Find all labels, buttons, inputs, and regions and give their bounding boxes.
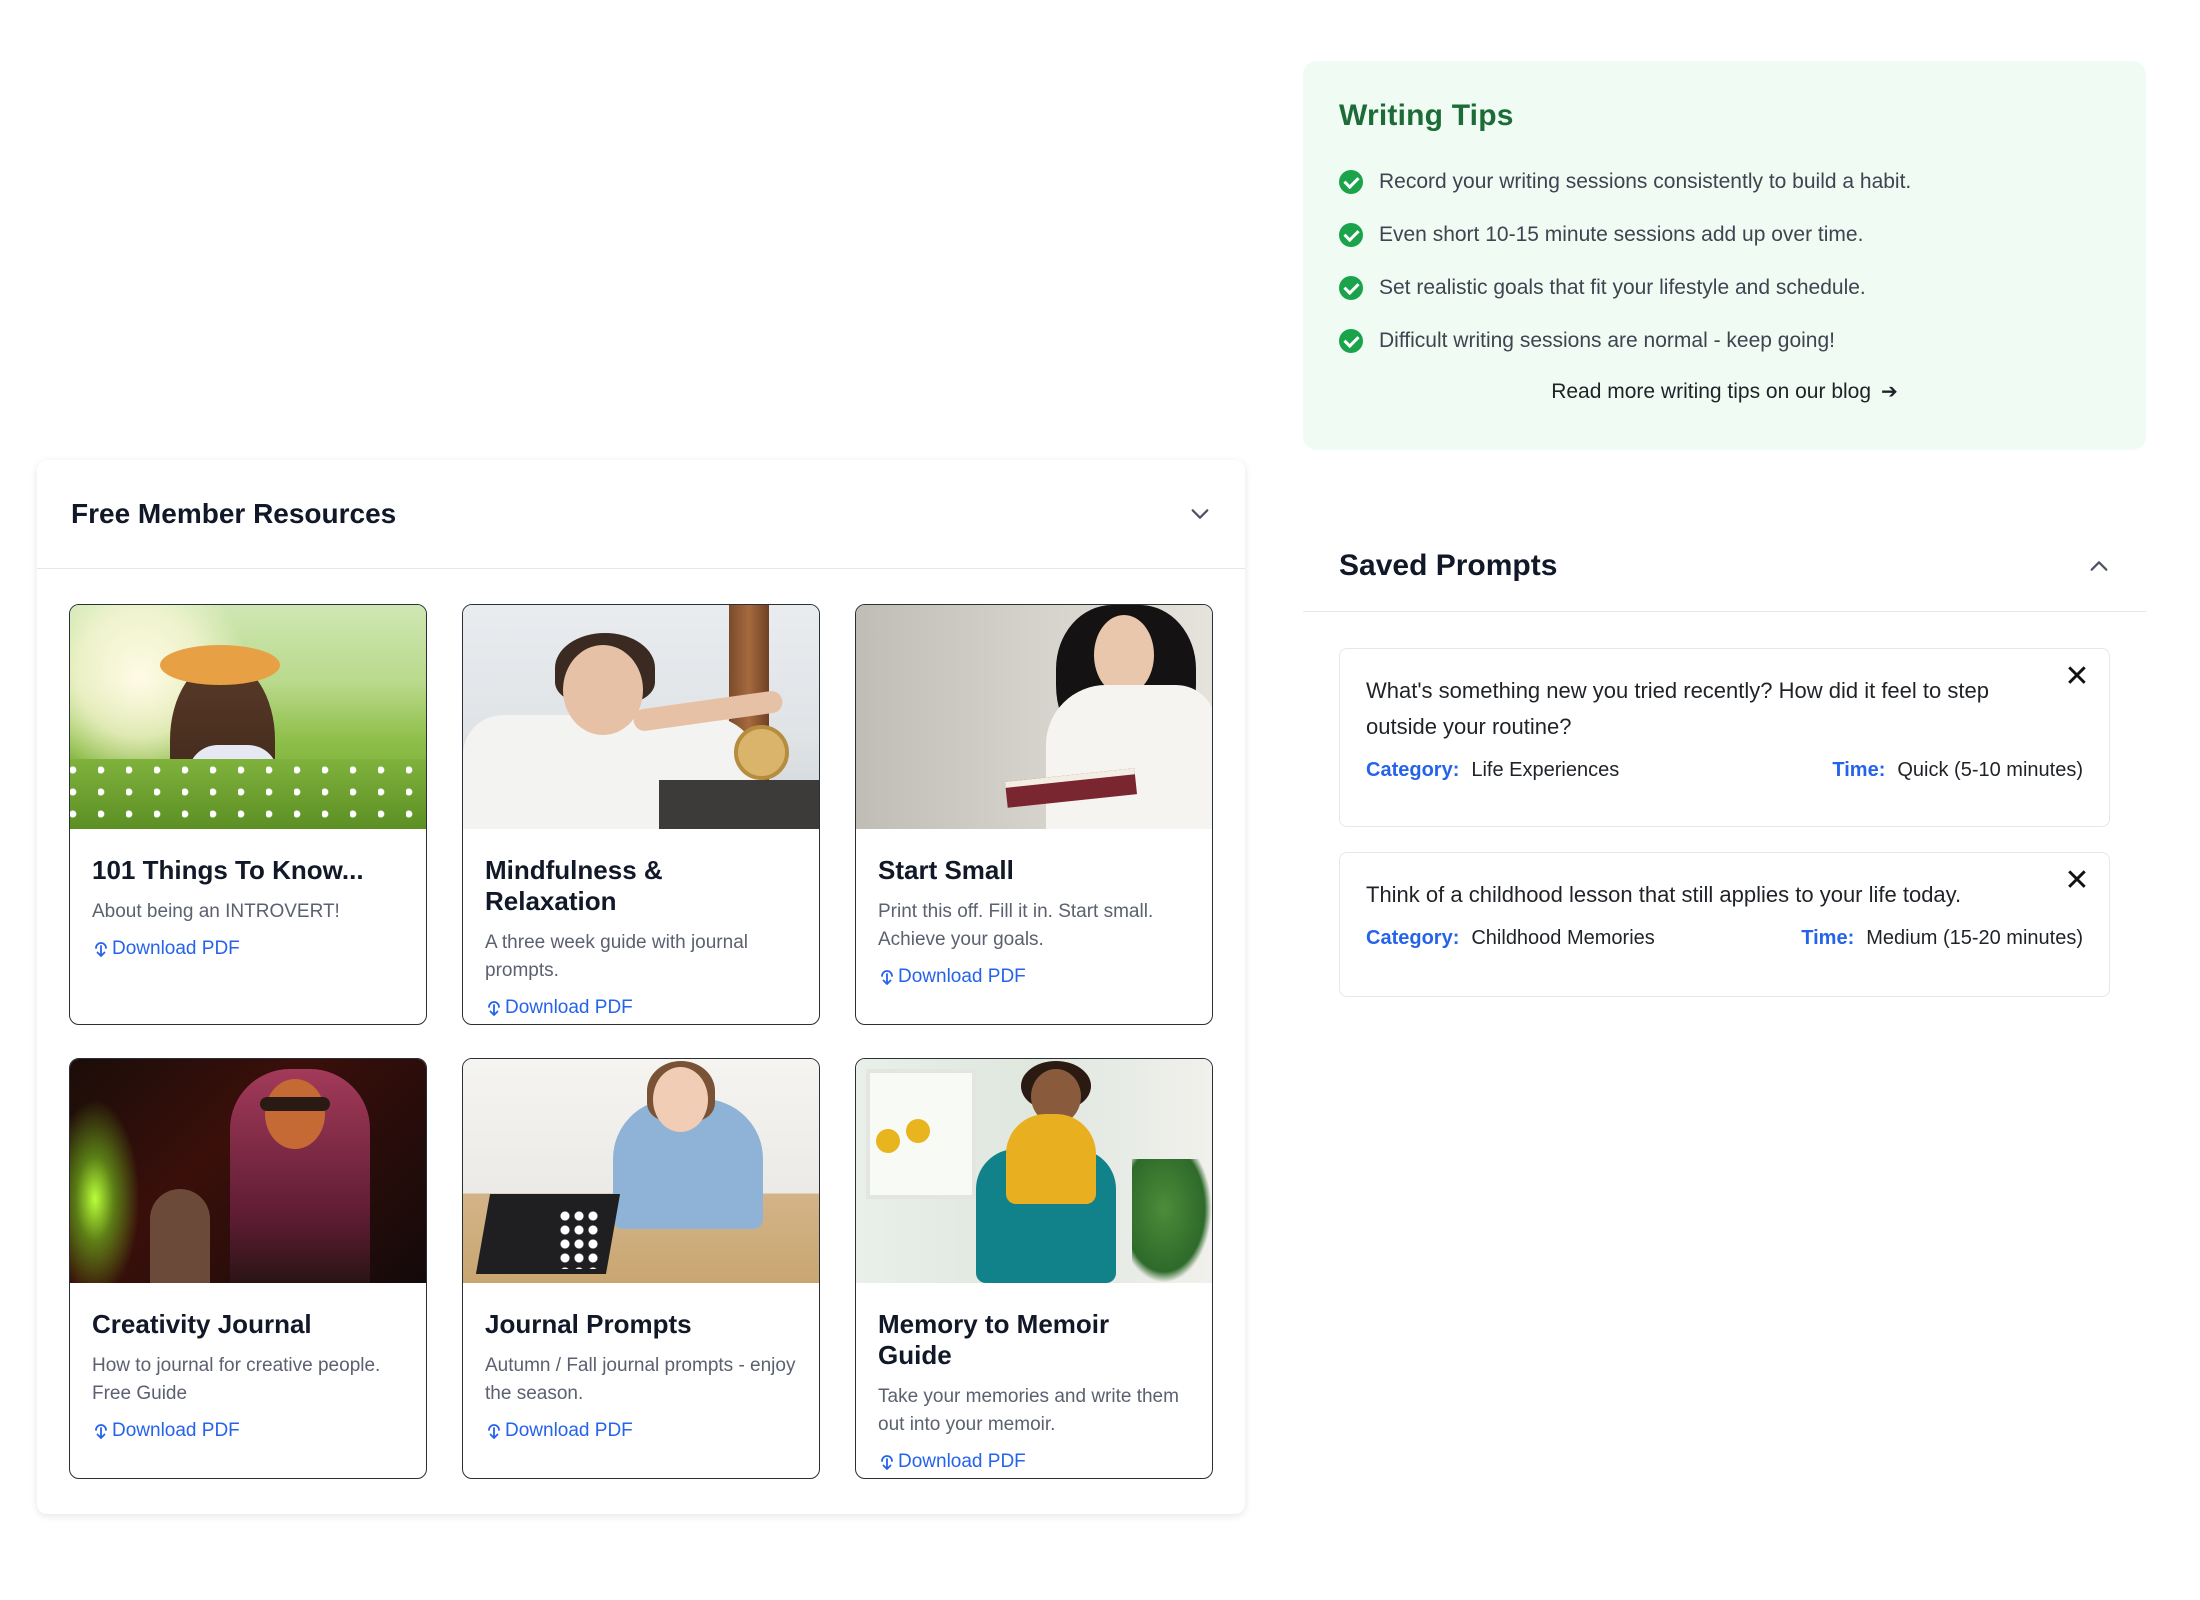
resource-card: Mindfulness & Relaxation A three week gu… xyxy=(462,604,820,1025)
writing-tips-panel: Writing Tips Record your writing session… xyxy=(1303,61,2146,450)
check-circle-icon xyxy=(1339,328,1363,353)
check-circle-icon xyxy=(1339,275,1363,300)
prompt-text: What's something new you tried recently?… xyxy=(1366,678,1989,739)
download-icon xyxy=(488,1424,500,1439)
download-pdf-link[interactable]: Download PDF xyxy=(878,1451,1190,1473)
category-value: Childhood Memories xyxy=(1471,927,1655,949)
resource-description: Print this off. Fill it in. Start small.… xyxy=(878,901,1154,950)
tip-item: Difficult writing sessions are normal - … xyxy=(1339,314,2110,367)
download-label: Download PDF xyxy=(898,1451,1026,1472)
resource-thumbnail xyxy=(70,1059,426,1283)
time-label: Time: xyxy=(1832,759,1886,781)
resource-title: Memory to Memoir Guide xyxy=(878,1309,1110,1370)
free-member-resources-panel: Free Member Resources 101 Things To Know… xyxy=(37,460,1245,1514)
prompt-time: Time: Quick (5-10 minutes) xyxy=(1832,759,2083,782)
category-label: Category: xyxy=(1366,759,1460,781)
resource-description: How to journal for creative people. Free… xyxy=(92,1355,381,1404)
arrow-right-icon: ➔ xyxy=(1881,381,1898,403)
resource-title: Start Small xyxy=(878,855,1014,885)
prompt-category: Category: Life Experiences xyxy=(1366,759,1619,782)
writing-tips-list: Record your writing sessions consistentl… xyxy=(1339,155,2110,367)
resource-description: Autumn / Fall journal prompts - enjoy th… xyxy=(485,1355,796,1404)
chevron-up-icon[interactable] xyxy=(2088,555,2110,577)
saved-prompts-title: Saved Prompts xyxy=(1339,548,1558,582)
download-icon xyxy=(95,942,107,957)
download-pdf-link[interactable]: Download PDF xyxy=(878,966,1190,988)
download-pdf-link[interactable]: Download PDF xyxy=(485,997,797,1019)
prompt-category: Category: Childhood Memories xyxy=(1366,927,1655,950)
chevron-down-icon[interactable] xyxy=(1189,503,1211,525)
resource-thumbnail xyxy=(70,605,426,829)
resource-card: Start Small Print this off. Fill it in. … xyxy=(855,604,1213,1025)
close-icon[interactable]: ✕ xyxy=(2063,866,2091,896)
resource-description: Take your memories and write them out in… xyxy=(878,1386,1179,1435)
saved-prompt-card: ✕ What's something new you tried recentl… xyxy=(1339,648,2110,827)
blog-tips-link[interactable]: Read more writing tips on our blog ➔ xyxy=(1339,379,2110,404)
download-label: Download PDF xyxy=(112,1420,240,1441)
prompt-text: Think of a childhood lesson that still a… xyxy=(1366,882,1962,907)
close-icon[interactable]: ✕ xyxy=(2063,662,2091,692)
download-pdf-link[interactable]: Download PDF xyxy=(92,1420,404,1442)
page: Writing Tips Record your writing session… xyxy=(0,0,2200,1600)
download-pdf-link[interactable]: Download PDF xyxy=(485,1420,797,1442)
tip-item: Set realistic goals that fit your lifest… xyxy=(1339,261,2110,314)
saved-prompt-card: ✕ Think of a childhood lesson that still… xyxy=(1339,852,2110,997)
download-label: Download PDF xyxy=(505,997,633,1018)
check-circle-icon xyxy=(1339,222,1363,247)
resource-thumbnail xyxy=(463,605,819,829)
time-value: Quick (5-10 minutes) xyxy=(1897,759,2083,781)
resource-title: 101 Things To Know... xyxy=(92,855,364,885)
saved-prompts-header[interactable]: Saved Prompts xyxy=(1303,520,2146,612)
resource-card: Creativity Journal How to journal for cr… xyxy=(69,1058,427,1479)
resources-grid: 101 Things To Know... About being an INT… xyxy=(69,604,1213,1479)
resource-description: About being an INTROVERT! xyxy=(92,901,340,922)
prompt-meta: Category: Life Experiences Time: Quick (5-… xyxy=(1366,759,2083,782)
download-icon xyxy=(881,970,893,985)
resource-title: Journal Prompts xyxy=(485,1309,692,1339)
prompt-meta: Category: Childhood Memories Time: Medium … xyxy=(1366,927,2083,950)
category-value: Life Experiences xyxy=(1471,759,1620,781)
tip-item: Record your writing sessions consistentl… xyxy=(1339,155,2110,208)
download-label: Download PDF xyxy=(505,1420,633,1441)
writing-tips-title: Writing Tips xyxy=(1339,99,1514,132)
download-icon xyxy=(881,1455,893,1470)
resources-title: Free Member Resources xyxy=(71,498,397,529)
tip-text: Difficult writing sessions are normal - … xyxy=(1379,328,1835,352)
blog-tips-link-label: Read more writing tips on our blog xyxy=(1551,379,1872,403)
resource-title: Creativity Journal xyxy=(92,1309,312,1339)
download-icon xyxy=(95,1424,107,1439)
prompt-time: Time: Medium (15-20 minutes) xyxy=(1801,927,2083,950)
time-value: Medium (15-20 minutes) xyxy=(1866,927,2083,949)
tip-text: Set realistic goals that fit your lifest… xyxy=(1379,275,1866,299)
resource-thumbnail xyxy=(463,1059,819,1283)
download-icon xyxy=(488,1001,500,1016)
resource-thumbnail xyxy=(856,1059,1212,1283)
resource-card: Memory to Memoir Guide Take your memorie… xyxy=(855,1058,1213,1479)
download-label: Download PDF xyxy=(898,966,1026,987)
tip-item: Even short 10-15 minute sessions add up … xyxy=(1339,208,2110,261)
resource-card: Journal Prompts Autumn / Fall journal pr… xyxy=(462,1058,820,1479)
resource-description: A three week guide with journal prompts. xyxy=(485,932,748,981)
tip-text: Even short 10-15 minute sessions add up … xyxy=(1379,222,1864,246)
resource-title: Mindfulness & Relaxation xyxy=(485,855,663,916)
download-label: Download PDF xyxy=(112,938,240,959)
time-label: Time: xyxy=(1801,927,1855,949)
resource-card: 101 Things To Know... About being an INT… xyxy=(69,604,427,1025)
resource-thumbnail xyxy=(856,605,1212,829)
resources-header[interactable]: Free Member Resources xyxy=(37,460,1245,569)
tip-text: Record your writing sessions consistentl… xyxy=(1379,169,1912,193)
download-pdf-link[interactable]: Download PDF xyxy=(92,938,404,960)
category-label: Category: xyxy=(1366,927,1460,949)
check-circle-icon xyxy=(1339,169,1363,194)
